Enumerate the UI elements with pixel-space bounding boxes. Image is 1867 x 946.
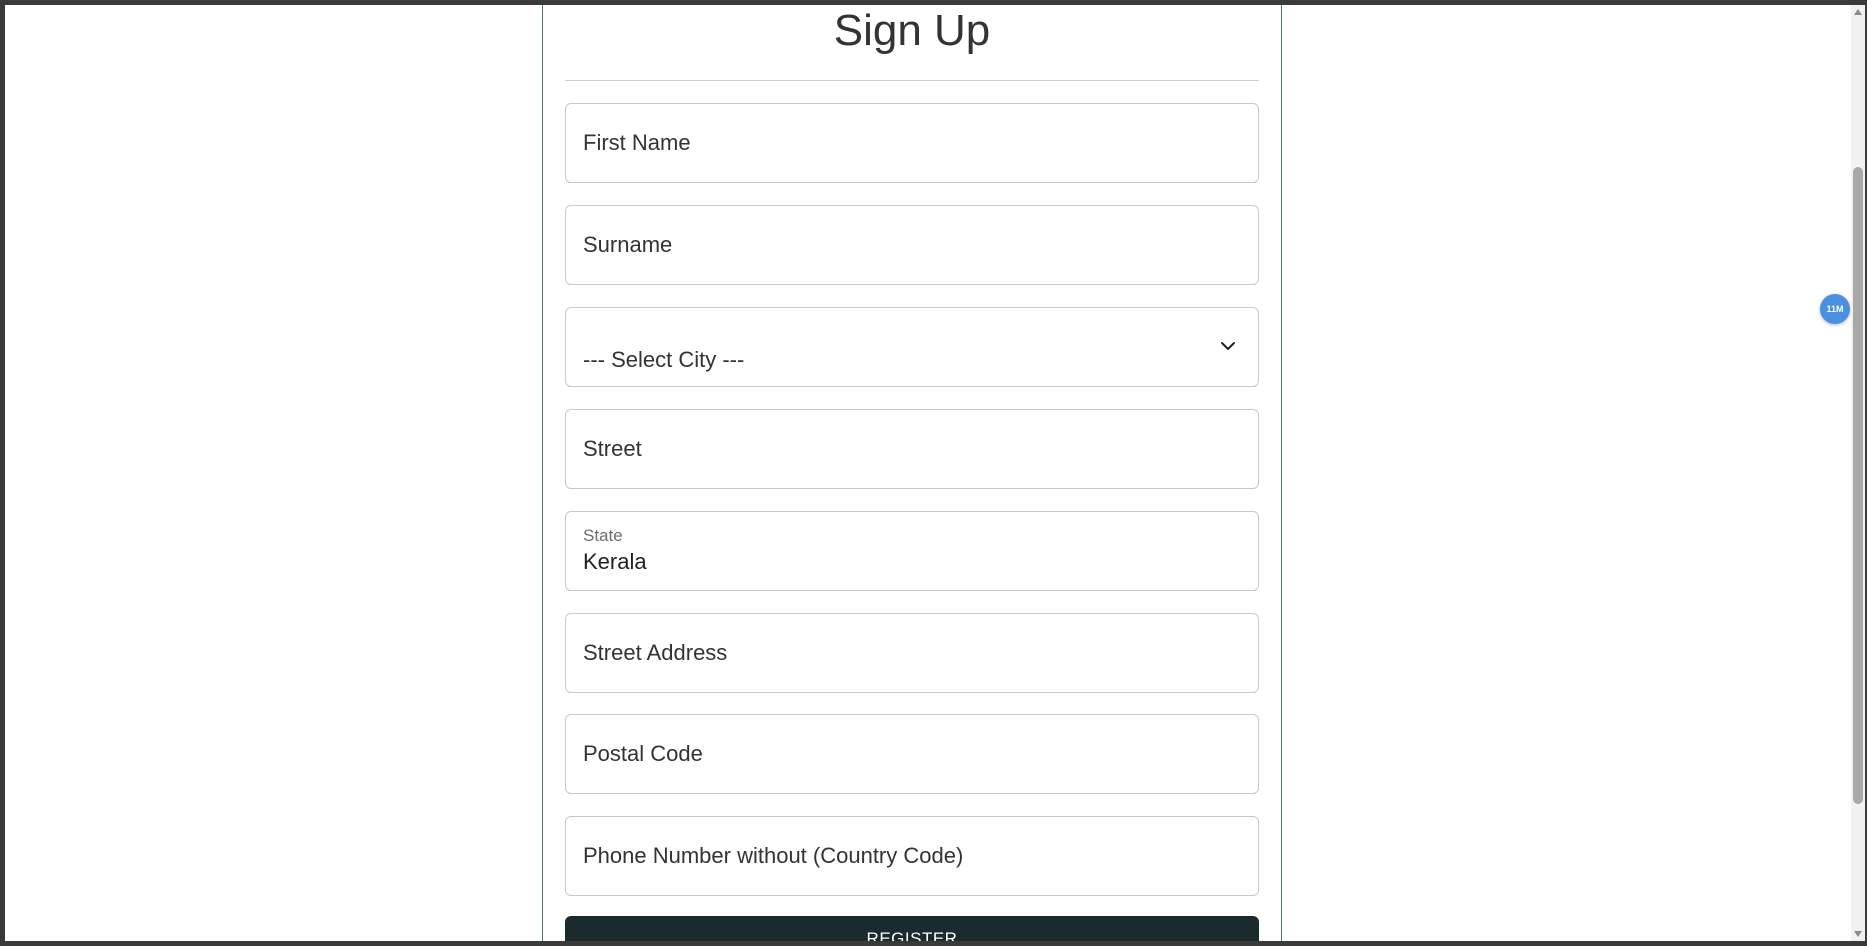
postal-code-field[interactable]: Postal Code [565,714,1259,794]
page-title: Sign Up [833,6,991,55]
phone-placeholder: Phone Number without (Country Code) [583,843,964,868]
chevron-down-icon [1221,342,1235,350]
state-field[interactable]: State Kerala [565,511,1259,591]
street-field[interactable]: Street [565,409,1259,489]
browser-viewport: Sign Up First Name Surname --- Select Ci… [5,5,1851,941]
surname-field[interactable]: Surname [565,205,1259,285]
scroll-down-arrow-icon[interactable] [1854,931,1862,937]
postal-code-placeholder: Postal Code [583,741,703,766]
street-address-placeholder: Street Address [583,640,728,665]
title-divider [565,80,1259,81]
state-value: Kerala [583,549,647,574]
street-placeholder: Street [583,436,642,461]
scrollbar-thumb[interactable] [1853,167,1863,804]
scroll-up-arrow-icon[interactable] [1854,9,1862,15]
city-select[interactable]: --- Select City --- [565,307,1259,387]
surname-placeholder: Surname [583,232,673,257]
register-button[interactable]: REGISTER [565,916,1259,941]
city-select-placeholder: --- Select City --- [583,347,745,372]
state-label: State [583,526,623,545]
vertical-scrollbar[interactable] [1851,5,1865,941]
first-name-field[interactable]: First Name [565,103,1259,183]
extension-badge[interactable]: 11M [1820,294,1850,324]
street-address-field[interactable]: Street Address [565,613,1259,693]
signup-card: Sign Up First Name Surname --- Select Ci… [542,5,1282,941]
first-name-placeholder: First Name [583,130,691,155]
phone-field[interactable]: Phone Number without (Country Code) [565,816,1259,896]
